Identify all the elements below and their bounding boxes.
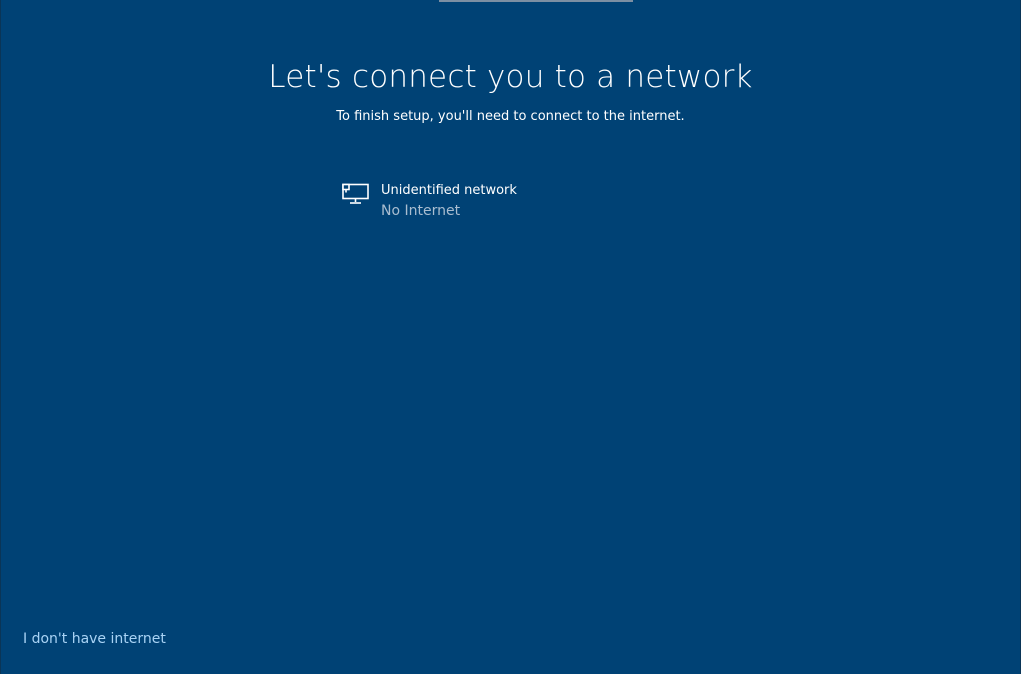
top-progress-indicator [439, 0, 633, 2]
oobe-network-screen: Let's connect you to a network To finish… [0, 0, 1021, 674]
no-internet-link[interactable]: I don't have internet [23, 630, 166, 649]
window-edge-left [0, 0, 1, 674]
network-list-item[interactable]: Unidentified network No Internet [338, 178, 684, 226]
network-name: Unidentified network [381, 183, 517, 198]
page-title: Let's connect you to a network [268, 59, 753, 95]
wired-ethernet-icon [342, 183, 370, 205]
network-status: No Internet [381, 203, 461, 219]
page-subtitle: To finish setup, you'll need to connect … [336, 109, 685, 124]
